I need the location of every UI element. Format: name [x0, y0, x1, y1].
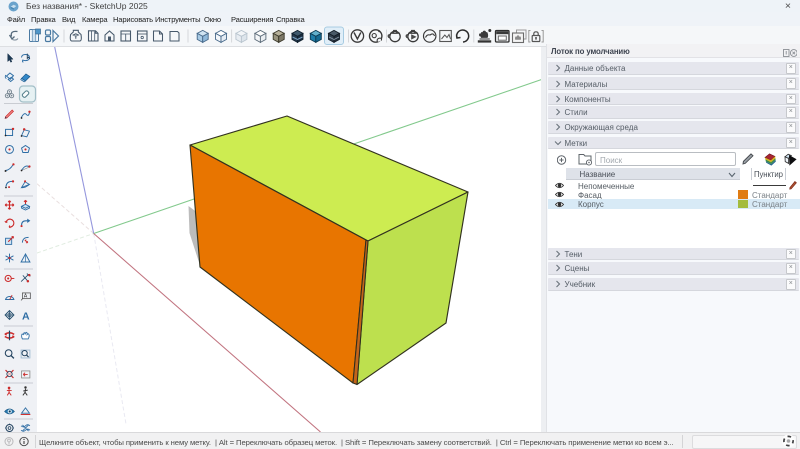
svg-text:A: A [22, 310, 30, 322]
svg-text:A: A [24, 293, 28, 299]
